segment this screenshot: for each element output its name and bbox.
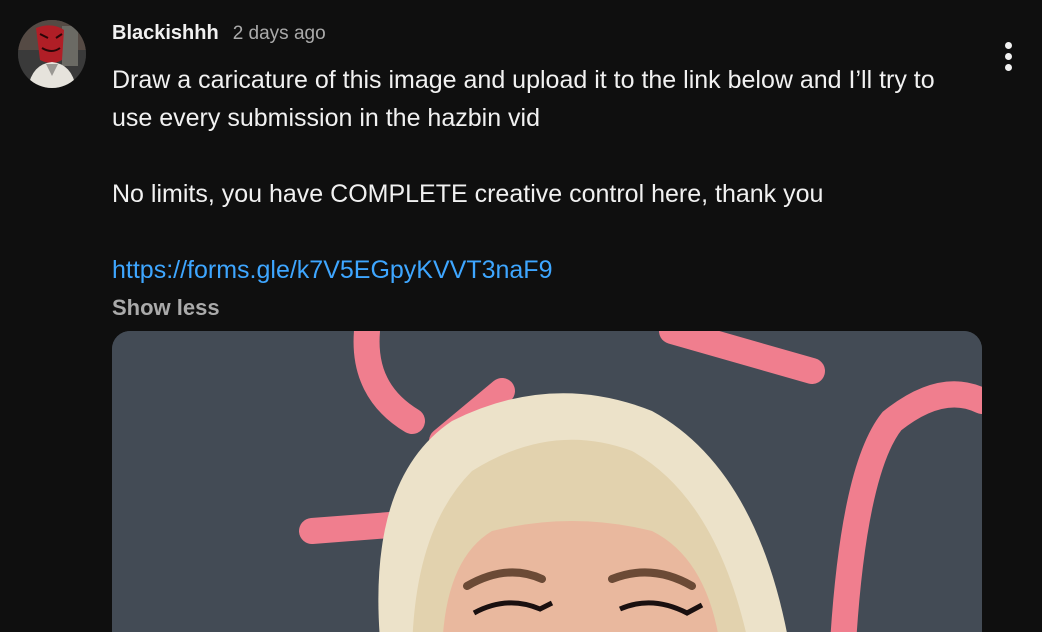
avatar[interactable] (18, 20, 86, 88)
comment-thread: Blackishhh 2 days ago Draw a caricature … (0, 0, 1042, 632)
show-less-button[interactable]: Show less (112, 289, 972, 327)
comment-text: Draw a caricature of this image and uplo… (112, 61, 972, 289)
comment-body: Blackishhh 2 days ago Draw a caricature … (112, 22, 972, 327)
comment-paragraph: No limits, you have COMPLETE creative co… (112, 180, 824, 208)
comment-header: Blackishhh 2 days ago (112, 22, 972, 52)
more-options-button[interactable] (990, 36, 1026, 76)
comment-timestamp[interactable]: 2 days ago (233, 23, 326, 45)
attached-photo (112, 331, 982, 632)
comment-paragraph: Draw a caricature of this image and uplo… (112, 66, 935, 132)
more-vertical-icon (1004, 41, 1012, 49)
form-link[interactable]: https://forms.gle/k7V5EGpyKVVT3naF9 (112, 256, 552, 284)
avatar-image (18, 20, 86, 88)
author-name[interactable]: Blackishhh (112, 22, 219, 45)
comment-image[interactable] (112, 331, 982, 632)
